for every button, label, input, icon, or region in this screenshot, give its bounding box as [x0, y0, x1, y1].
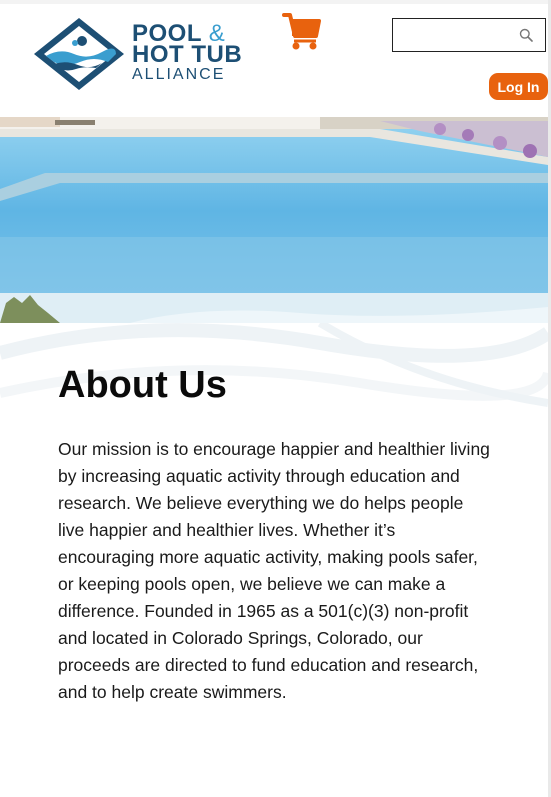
logo-text-hot-tub: HOT TUB	[132, 41, 243, 68]
search-input[interactable]	[399, 20, 521, 52]
page-title: About Us	[58, 364, 227, 406]
logo-text-alliance: ALLIANCE	[132, 66, 226, 83]
shopping-cart-icon	[282, 13, 321, 50]
mission-paragraph: Our mission is to encourage happier and …	[58, 439, 490, 702]
site-header: POOL & HOT TUB ALLIANCE Log In	[0, 0, 551, 118]
hero-pool-image	[0, 117, 548, 323]
pool-photo	[0, 117, 548, 323]
logo-mark-icon	[34, 18, 124, 90]
header-top-strip	[0, 0, 551, 4]
logo[interactable]: POOL & HOT TUB ALLIANCE	[30, 14, 250, 94]
login-button[interactable]: Log In	[489, 73, 548, 100]
cart-button[interactable]	[282, 12, 322, 52]
search-box	[392, 18, 546, 52]
search-icon[interactable]	[519, 28, 533, 42]
about-section: About Us Our mission is to encourage hap…	[0, 323, 548, 797]
